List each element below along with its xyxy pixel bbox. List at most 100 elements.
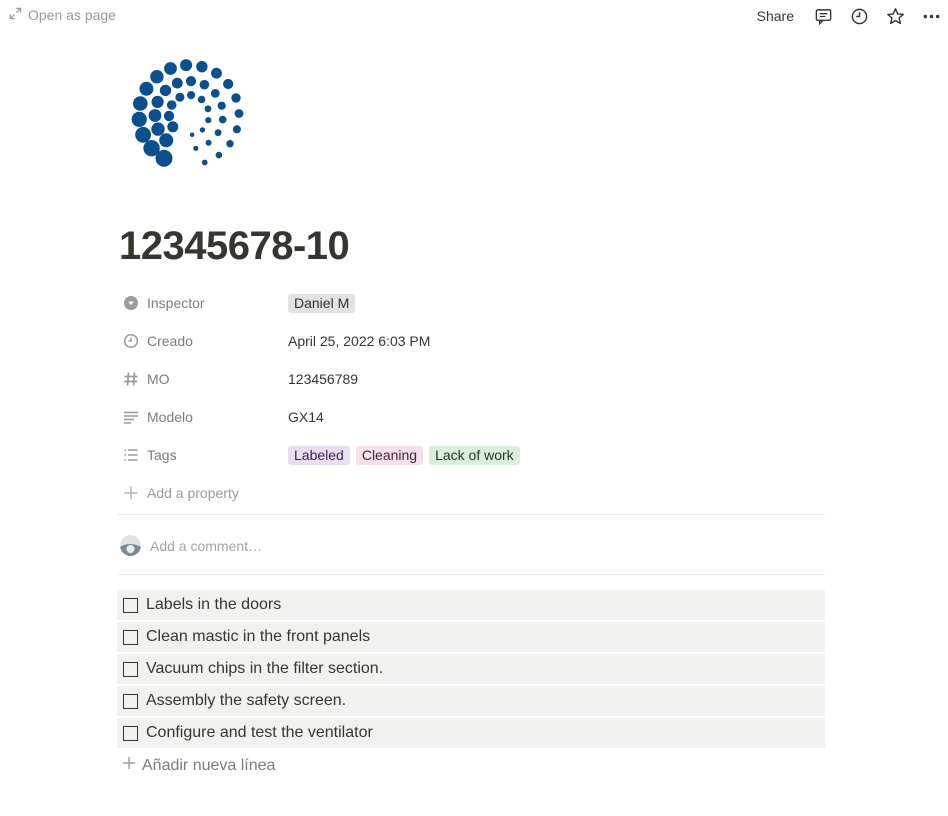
comment-input[interactable]: Add a comment… <box>120 535 262 556</box>
logo-dot <box>143 140 160 157</box>
logo-dot <box>133 96 148 111</box>
tag-chip[interactable]: Labeled <box>288 445 350 465</box>
property-mo[interactable]: MO 123456789 <box>118 360 826 398</box>
checklist-item-label: Clean mastic in the front panels <box>146 628 371 645</box>
checkbox[interactable] <box>123 597 138 613</box>
properties-panel: Inspector Daniel M Creado April 25, 2022… <box>118 284 826 512</box>
logo-dot <box>211 67 222 79</box>
logo-dot <box>185 76 197 87</box>
checklist-item-label: Labels in the doors <box>146 596 282 613</box>
logo-dot <box>148 109 162 122</box>
comment-placeholder: Add a comment… <box>150 537 263 554</box>
share-button[interactable]: Share <box>757 8 794 24</box>
more-icon[interactable] <box>920 5 942 27</box>
text-icon <box>122 408 140 426</box>
logo-dot <box>187 91 196 100</box>
person-chip[interactable]: Daniel M <box>288 293 356 313</box>
property-value[interactable]: 123456789 <box>288 371 358 387</box>
checklist-item[interactable]: Clean mastic in the front panels <box>117 622 825 652</box>
checklist-item-label: Configure and test the ventilator <box>146 724 373 741</box>
logo-dot <box>175 92 185 102</box>
logo-dot <box>139 81 154 96</box>
logo-dot <box>214 129 222 137</box>
open-as-page-label: Open as page <box>28 7 116 23</box>
tag-chip[interactable]: Lack of work <box>429 445 520 465</box>
add-new-line-button[interactable]: Añadir nueva línea <box>122 756 275 775</box>
logo-dot <box>159 133 174 148</box>
logo-dot <box>159 84 172 97</box>
hash-icon <box>122 370 140 388</box>
logo-dot <box>205 139 212 146</box>
checklist: Labels in the doors Clean mastic in the … <box>117 590 825 750</box>
property-modelo[interactable]: Modelo GX14 <box>118 398 826 436</box>
logo-dot <box>234 109 244 118</box>
comment-icon[interactable] <box>812 5 834 27</box>
logo-dot <box>197 95 206 104</box>
open-as-page-button[interactable]: Open as page <box>9 7 116 23</box>
avatar <box>120 535 141 556</box>
clock-icon[interactable] <box>848 5 870 27</box>
add-new-line-label: Añadir nueva línea <box>142 756 276 774</box>
logo-dot <box>131 111 147 127</box>
logo-dot <box>163 110 175 122</box>
logo-dot <box>199 127 206 133</box>
property-label: MO <box>147 371 170 387</box>
property-tags-name: Tags <box>118 446 288 464</box>
logo-dot <box>196 61 208 73</box>
logo-dot <box>205 117 212 124</box>
logo-dot <box>204 105 212 113</box>
property-creado-name: Creado <box>118 332 288 350</box>
page-logo-icon[interactable] <box>127 55 251 179</box>
checkbox[interactable] <box>123 661 138 677</box>
checklist-item-label: Assembly the safety screen. <box>146 692 347 709</box>
property-label: Modelo <box>147 409 193 425</box>
checklist-item[interactable]: Vacuum chips in the filter section. <box>117 654 825 684</box>
property-value[interactable]: Labeled Cleaning Lack of work <box>288 445 520 465</box>
person-icon <box>122 294 140 312</box>
list-icon <box>122 446 140 464</box>
checklist-item-label: Vacuum chips in the filter section. <box>146 660 384 677</box>
logo-dot <box>201 159 208 166</box>
logo-dot <box>151 95 164 108</box>
checklist-item[interactable]: Assembly the safety screen. <box>117 686 825 716</box>
expand-icon <box>9 7 22 23</box>
plus-icon <box>122 484 140 502</box>
add-property-name: Add a property <box>118 484 239 502</box>
property-creado[interactable]: Creado April 25, 2022 6:03 PM <box>118 322 826 360</box>
topbar-actions: Share <box>757 4 942 28</box>
logo-dot <box>226 140 234 148</box>
divider <box>118 574 825 575</box>
checkbox[interactable] <box>123 725 138 741</box>
checkbox[interactable] <box>123 693 138 709</box>
property-label: Inspector <box>147 295 205 311</box>
property-value[interactable]: April 25, 2022 6:03 PM <box>288 333 430 349</box>
logo-dot <box>217 101 226 110</box>
logo-dot <box>231 93 241 103</box>
logo-dot <box>167 121 179 133</box>
logo-dot <box>135 126 151 143</box>
property-inspector[interactable]: Inspector Daniel M <box>118 284 826 322</box>
property-inspector-name: Inspector <box>118 294 288 312</box>
property-value[interactable]: Daniel M <box>288 293 356 313</box>
checkbox[interactable] <box>123 629 138 645</box>
property-value[interactable]: GX14 <box>288 409 324 425</box>
logo-dot <box>210 89 220 98</box>
logo-dot <box>166 100 177 110</box>
add-property-button[interactable]: Add a property <box>118 474 826 512</box>
property-mo-name: MO <box>118 370 288 388</box>
page-title[interactable]: 12345678-10 <box>119 224 350 269</box>
checklist-item[interactable]: Configure and test the ventilator <box>117 718 825 748</box>
property-tags[interactable]: Tags Labeled Cleaning Lack of work <box>118 436 826 474</box>
checklist-item[interactable]: Labels in the doors <box>117 590 825 620</box>
add-property-label: Add a property <box>147 485 239 501</box>
star-icon[interactable] <box>884 5 906 27</box>
clock-icon <box>122 332 140 350</box>
logo-dot <box>232 125 241 134</box>
logo-dot <box>218 115 227 124</box>
logo-dot <box>150 70 164 84</box>
logo-dot <box>151 122 165 136</box>
logo-dot <box>180 59 193 72</box>
plus-icon <box>122 756 136 775</box>
logo-dot <box>193 145 199 151</box>
tag-chip[interactable]: Cleaning <box>355 445 424 465</box>
